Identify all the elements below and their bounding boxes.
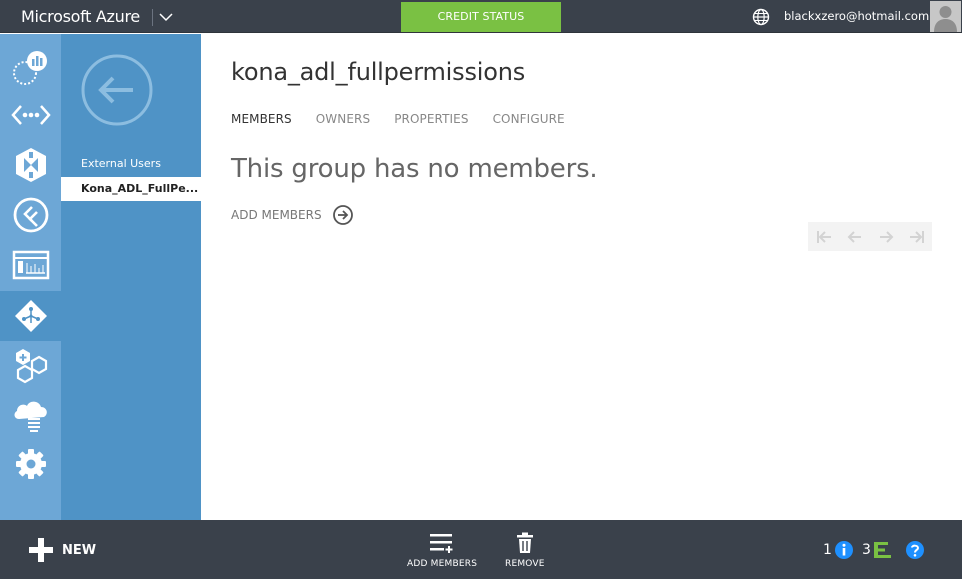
user-email[interactable]: blackxzero@hotmail.com <box>784 0 929 33</box>
new-button[interactable]: NEW <box>28 537 96 563</box>
previous-page-button[interactable] <box>839 222 870 251</box>
first-page-icon <box>816 230 831 243</box>
nav-marketplace[interactable] <box>0 340 61 390</box>
nav-settings[interactable] <box>0 439 61 489</box>
chevron-down-icon[interactable] <box>157 8 175 26</box>
pager <box>808 222 932 251</box>
subnav-item-external-users[interactable]: External Users <box>61 152 201 176</box>
tab-members[interactable]: MEMBERS <box>231 112 292 126</box>
nav-remote-app[interactable] <box>0 190 61 240</box>
nav-virtual-network[interactable] <box>0 90 61 140</box>
remote-app-icon <box>13 197 48 233</box>
add-members-command-label: ADD MEMBERS <box>407 559 478 569</box>
tab-properties[interactable]: PROPERTIES <box>394 112 468 126</box>
help-button[interactable] <box>905 540 925 560</box>
hdinsight-icon <box>12 51 47 85</box>
nav-biztalk[interactable] <box>0 140 61 190</box>
remove-command[interactable]: REMOVE <box>505 532 545 569</box>
media-services-icon <box>12 250 49 280</box>
directory-subnav: External Users Kona_ADL_FullPe... <box>61 34 201 520</box>
biztalk-icon <box>15 148 46 182</box>
tab-configure[interactable]: CONFIGURE <box>493 112 565 126</box>
storsimple-icon <box>14 401 47 432</box>
nav-hdinsight[interactable] <box>0 42 61 92</box>
plus-icon <box>29 538 53 562</box>
user-silhouette-icon <box>930 1 961 32</box>
service-nav <box>0 34 61 520</box>
remove-command-label: REMOVE <box>505 559 545 569</box>
nav-active-directory[interactable] <box>0 291 61 341</box>
info-icon <box>834 541 853 559</box>
next-page-button[interactable] <box>870 222 901 251</box>
avatar[interactable] <box>930 1 961 32</box>
info-count: 1 <box>823 542 832 558</box>
progress-list-icon <box>873 542 891 558</box>
brand-divider <box>152 9 153 26</box>
virtual-network-icon <box>10 105 51 125</box>
add-members-label: ADD MEMBERS <box>231 208 322 222</box>
add-list-icon <box>430 534 453 553</box>
new-label: NEW <box>62 542 97 558</box>
last-page-button[interactable] <box>901 222 932 251</box>
credit-status-button[interactable]: CREDIT STATUS <box>401 2 561 32</box>
subnav-item-group[interactable]: Kona_ADL_FullPe... <box>61 177 201 201</box>
empty-state-message: This group has no members. <box>231 154 598 184</box>
arrow-right-circle-icon <box>332 205 353 225</box>
add-members-command[interactable]: ADD MEMBERS <box>407 532 477 569</box>
settings-icon <box>15 449 46 479</box>
tab-owners[interactable]: OWNERS <box>316 112 370 126</box>
marketplace-icon <box>15 349 47 384</box>
nav-storsimple[interactable] <box>0 390 61 440</box>
last-page-icon <box>909 230 924 243</box>
progress-count: 3 <box>862 542 871 558</box>
top-bar: Microsoft Azure CREDIT STATUS blackxzero… <box>0 0 962 33</box>
info-status[interactable]: 1 <box>823 540 854 560</box>
arrow-left-icon <box>847 230 861 243</box>
add-members-link[interactable]: ADD MEMBERS <box>231 204 354 226</box>
page-title: kona_adl_fullpermissions <box>231 58 526 86</box>
help-icon <box>906 541 924 559</box>
tab-bar: MEMBERS OWNERS PROPERTIES CONFIGURE <box>231 112 589 126</box>
progress-status[interactable]: 3 <box>862 540 893 560</box>
command-bar: NEW ADD MEMBERS REMOVE 1 3 <box>0 520 962 579</box>
first-page-button[interactable] <box>808 222 839 251</box>
back-arrow-icon[interactable] <box>81 54 153 126</box>
arrow-right-icon <box>879 230 893 243</box>
trash-icon <box>516 532 533 553</box>
brand-title[interactable]: Microsoft Azure <box>21 0 140 33</box>
main-content: kona_adl_fullpermissions MEMBERS OWNERS … <box>201 34 962 520</box>
active-directory-icon <box>14 300 47 332</box>
nav-media[interactable] <box>0 240 61 290</box>
globe-icon[interactable] <box>752 8 770 26</box>
